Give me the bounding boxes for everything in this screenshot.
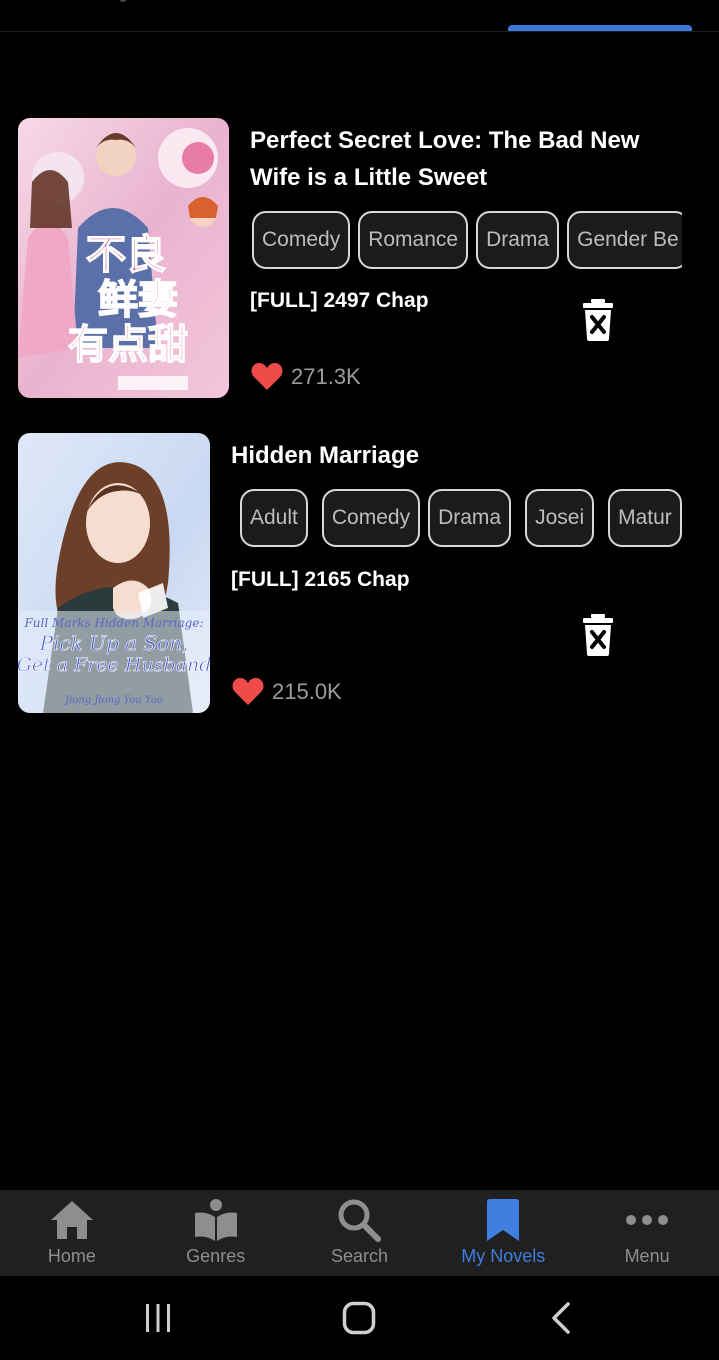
nav-label: My Novels (461, 1246, 546, 1266)
more-icon (625, 1195, 669, 1245)
novel-cover[interactable]: Full Marks Hidden Marriage: Pick Up a So… (18, 433, 210, 713)
novel-title[interactable]: Perfect Secret Love: The Bad New Wife is… (250, 122, 639, 196)
novel-title-line: Hidden Marriage (231, 442, 420, 469)
bottom-navigation: Home Genres Search My Novels Menu (0, 1190, 719, 1276)
nav-label: Home (47, 1246, 96, 1266)
back-chevron-icon (552, 1302, 570, 1334)
nav-label: Search (330, 1246, 389, 1266)
delete-button[interactable] (581, 614, 615, 656)
genre-tag[interactable]: Drama (428, 489, 512, 547)
delete-button[interactable] (581, 299, 615, 341)
genre-tag[interactable]: Comedy (252, 211, 351, 269)
cover-text: Full Marks Hidden Marriage: (23, 616, 203, 630)
back-button[interactable] (531, 1276, 591, 1360)
svg-text:有点甜: 有点甜 (68, 321, 188, 368)
nav-label: Genres (186, 1246, 246, 1266)
genre-tag[interactable]: Comedy (321, 489, 421, 547)
likes: 271.3K (251, 362, 361, 391)
nav-search[interactable]: Search (288, 1190, 432, 1276)
book-cover-image: 不良 鲜妻 有点甜 (18, 118, 229, 398)
genre-tag-list: Comedy Romance Drama Gender Be (252, 211, 682, 273)
book-cover-image: Full Marks Hidden Marriage: Pick Up a So… (18, 433, 210, 713)
active-tab-indicator (508, 25, 692, 31)
heart-icon (232, 678, 264, 705)
genre-tag[interactable]: Adult (240, 489, 308, 547)
cover-text: Jiong Jiong You Yao (63, 695, 163, 706)
novel-title-line: Perfect Secret Love: The Bad New (250, 127, 640, 154)
novel-title[interactable]: Hidden Marriage (231, 437, 419, 474)
svg-text:鲜妻: 鲜妻 (98, 276, 178, 323)
clipped-tab-label (118, 0, 128, 2)
genre-tag[interactable]: Matur (608, 489, 682, 547)
nav-label: Menu (624, 1246, 670, 1266)
genre-tag-list: Adult Comedy Drama Josei Matur (240, 489, 682, 551)
home-icon (49, 1195, 95, 1245)
likes-count: 271.3K (291, 363, 361, 389)
genre-tag[interactable]: Romance (358, 211, 469, 269)
svg-text:不良: 不良 (86, 231, 166, 278)
genre-tag[interactable]: Josei (525, 489, 595, 547)
novel-title-line: Wife is a Little Sweet (250, 164, 488, 191)
likes-count: 215.0K (272, 678, 342, 704)
home-system-button[interactable] (329, 1276, 389, 1360)
recent-apps-button[interactable] (128, 1276, 188, 1360)
trash-icon (583, 614, 613, 656)
home-circle-icon (342, 1301, 376, 1335)
nav-menu[interactable]: Menu (575, 1190, 719, 1276)
top-tab-strip (0, 0, 719, 32)
genre-tag[interactable]: Drama (476, 211, 560, 269)
recent-apps-icon (146, 1304, 170, 1332)
cover-text: Get a Free Husband (18, 654, 210, 676)
bookmark-icon (485, 1195, 521, 1245)
system-navigation-bar (0, 1276, 719, 1360)
genres-icon (193, 1195, 239, 1245)
genre-tag[interactable]: Gender Be (567, 211, 682, 269)
chapter-count: [FULL] 2165 Chap (231, 568, 410, 591)
trash-icon (583, 299, 613, 341)
nav-genres[interactable]: Genres (144, 1190, 288, 1276)
chapter-count: [FULL] 2497 Chap (250, 289, 429, 312)
nav-my-novels[interactable]: My Novels (431, 1190, 575, 1276)
search-icon (337, 1195, 382, 1245)
likes: 215.0K (232, 677, 342, 706)
heart-icon (251, 363, 283, 390)
novel-cover[interactable]: 不良 鲜妻 有点甜 (18, 118, 229, 398)
cover-text: Pick Up a Son, (39, 631, 189, 655)
nav-home[interactable]: Home (0, 1190, 144, 1276)
